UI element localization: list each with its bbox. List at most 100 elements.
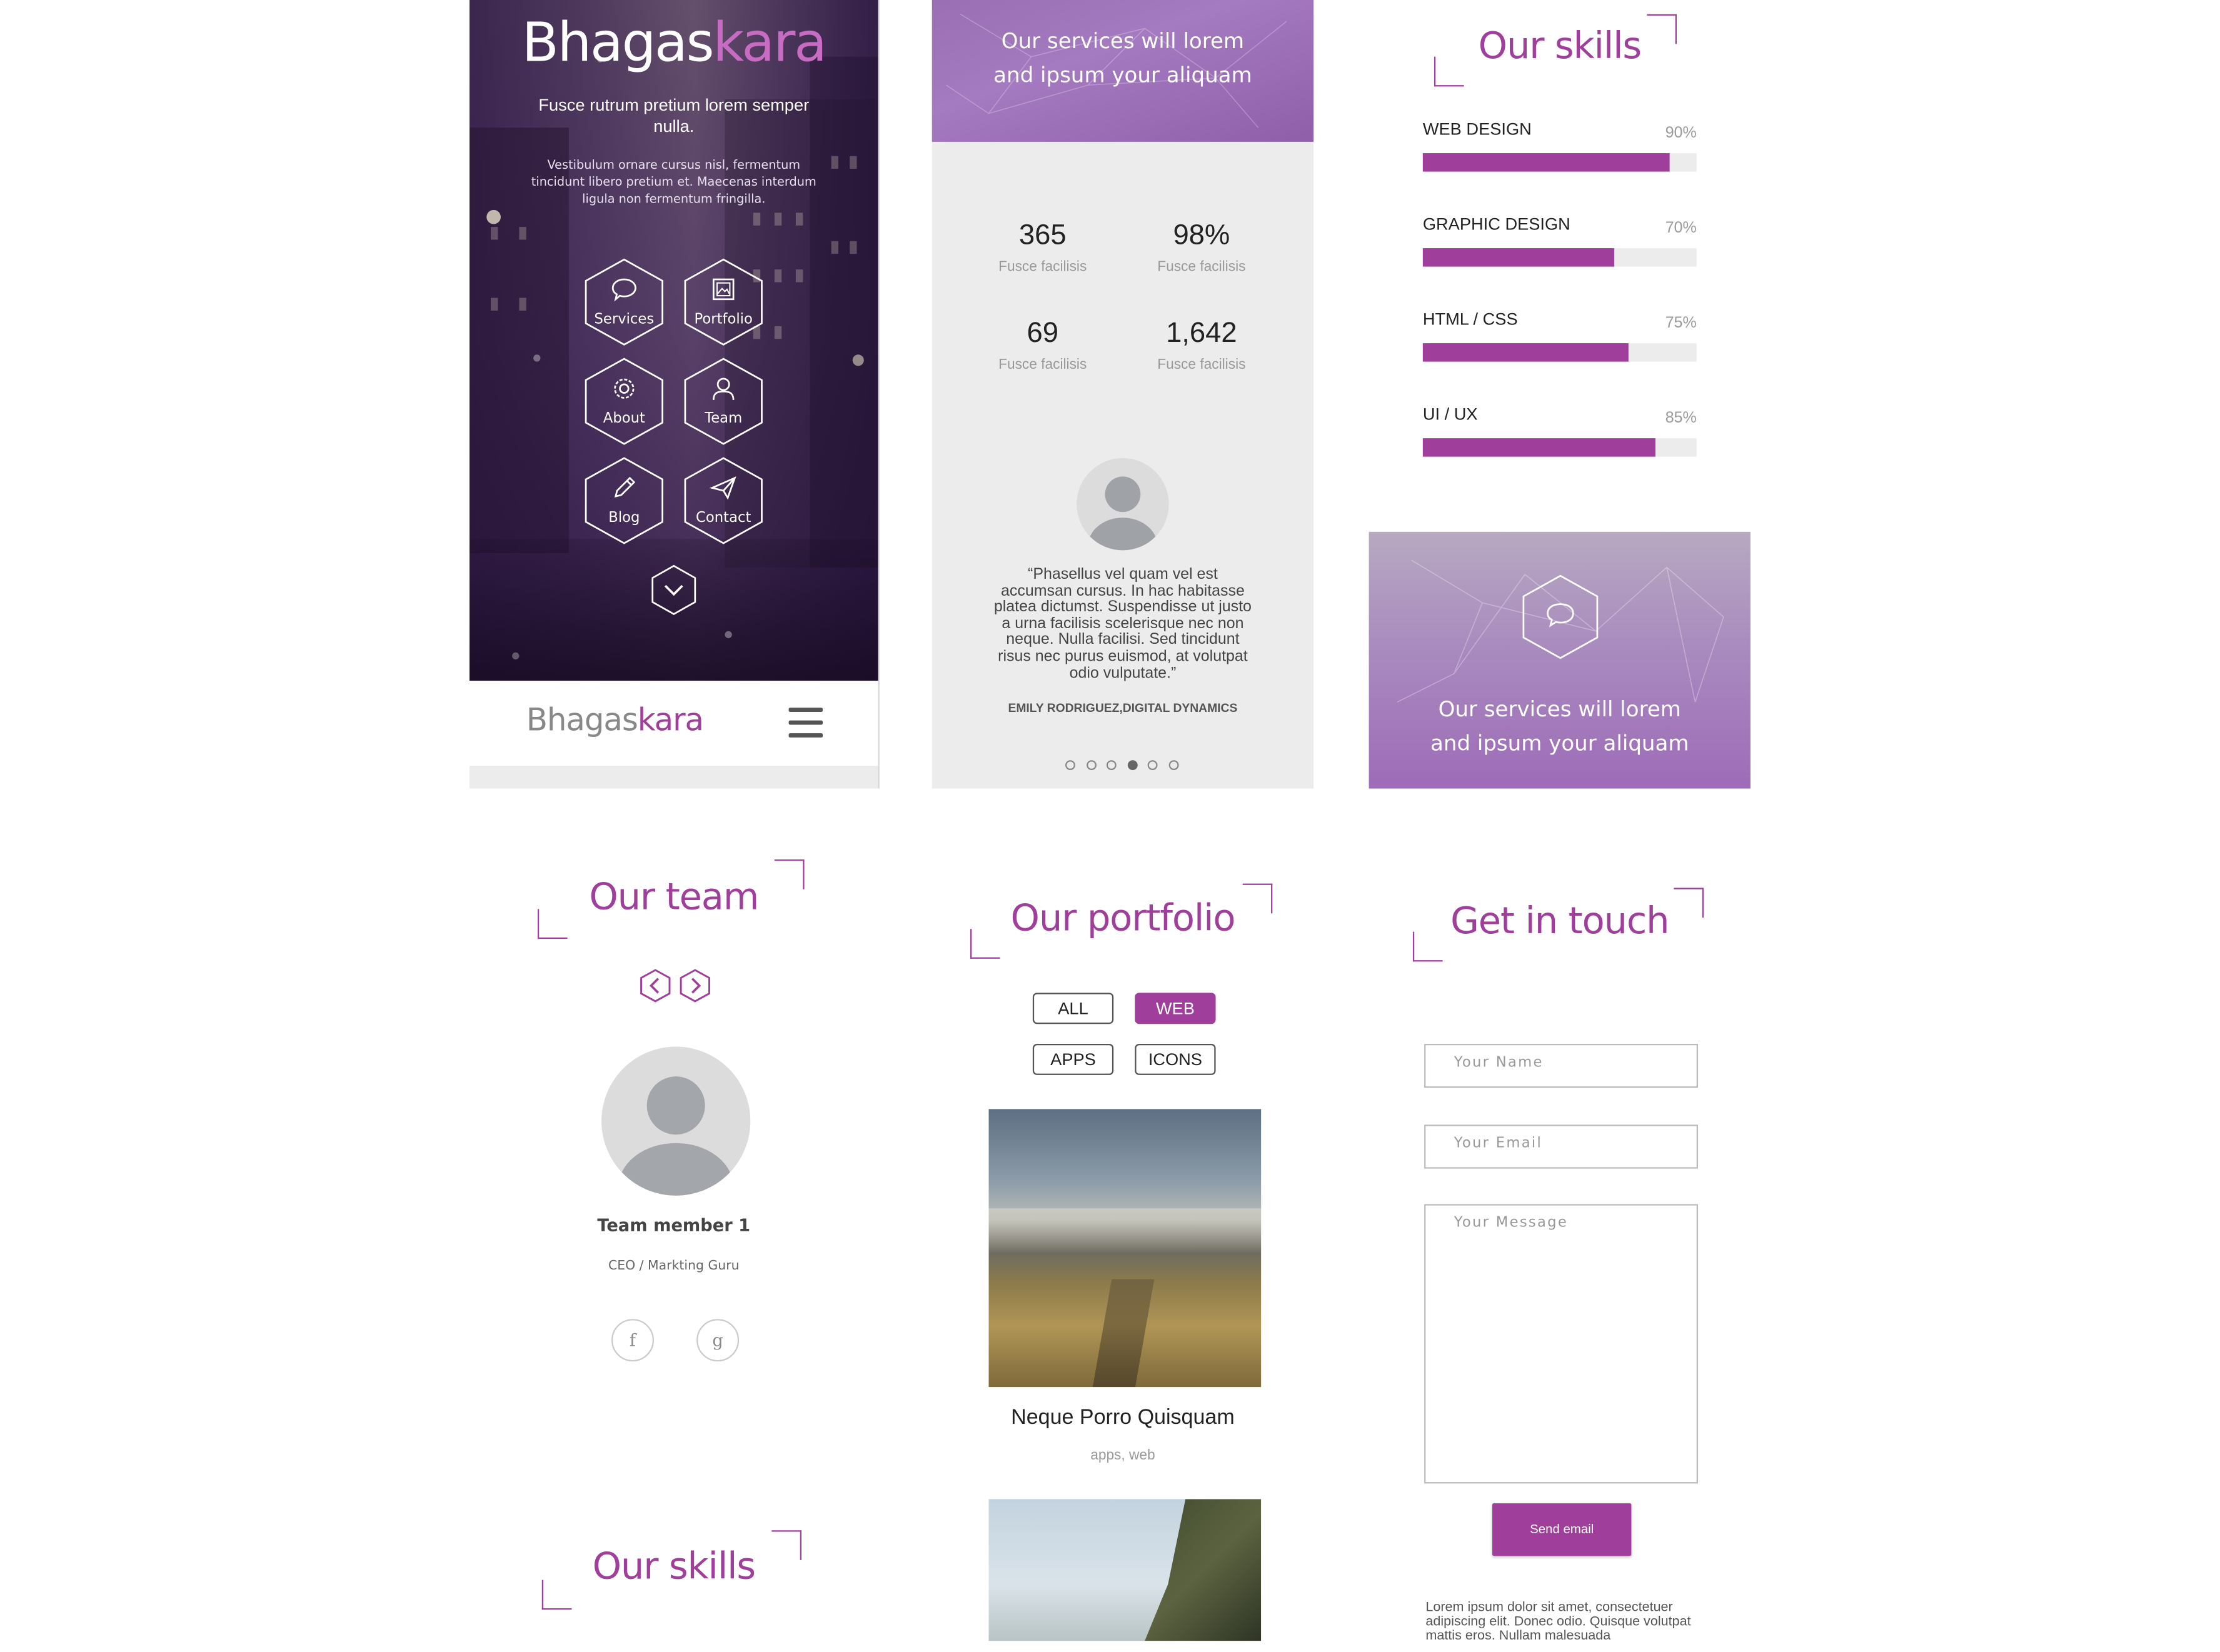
menu-services-label: Services	[594, 312, 655, 328]
portfolio-item-tags: apps, web	[1090, 1448, 1155, 1464]
navbar-brand[interactable]: Bhagaskara	[526, 703, 704, 739]
filter-icons-button[interactable]: ICONS	[1135, 1043, 1216, 1075]
send-email-button[interactable]: Send email	[1492, 1503, 1632, 1556]
facebook-icon[interactable]: f	[611, 1319, 655, 1362]
menu-contact-button[interactable]: Contact	[682, 457, 765, 545]
testimonial-quote: “Phasellus vel quam vel est accumsan cur…	[993, 566, 1252, 682]
services-header-line1: Our services will lorem	[1001, 28, 1245, 54]
stats-panel: Our services will lorem and ipsum your a…	[932, 0, 1314, 789]
menu-services-button[interactable]: Services	[583, 258, 666, 346]
message-placeholder: Your Message	[1454, 1215, 1569, 1231]
skills-heading: Our skills	[1478, 25, 1642, 68]
menu-portfolio-button[interactable]: Portfolio	[682, 258, 765, 346]
skill-bar-fill	[1422, 153, 1670, 172]
pencil-icon	[614, 476, 636, 498]
portfolio-image[interactable]	[988, 1109, 1262, 1388]
skill-bar-fill	[1422, 343, 1629, 362]
pagination-dot[interactable]	[1106, 760, 1117, 771]
menu-team-label: Team	[705, 411, 743, 427]
menu-about-label: About	[603, 411, 645, 427]
portfolio-heading: Our portfolio	[1010, 898, 1236, 941]
contact-heading: Get in touch	[1450, 900, 1669, 943]
services-box-line1: Our services will lorem	[1438, 696, 1681, 722]
hero-background: Bhagaskara Fusce rutrum pretium lorem se…	[470, 0, 878, 681]
menu-team-button[interactable]: Team	[682, 358, 765, 446]
speech-bubble-icon	[1547, 603, 1574, 628]
hero-tagline: Fusce rutrum pretium lorem semper nulla.	[538, 95, 810, 136]
menu-about-button[interactable]: About	[583, 358, 666, 446]
skill-name: WEB DESIGN	[1422, 119, 1532, 139]
scroll-down-button[interactable]	[650, 564, 698, 616]
pagination-dot[interactable]	[1085, 760, 1096, 771]
skill-bar-fill	[1422, 248, 1615, 267]
services-header-line2: and ipsum your aliquam	[993, 62, 1252, 88]
skills-bottom-heading: Our skills	[592, 1546, 756, 1589]
menu-contact-label: Contact	[696, 510, 751, 526]
pagination-dot[interactable]	[1168, 760, 1178, 771]
speech-bubble-icon	[611, 278, 636, 302]
pagination-dot[interactable]	[1065, 760, 1075, 771]
services-box: Our services will lorem and ipsum your a…	[1369, 531, 1750, 789]
stat-value: 365	[1018, 219, 1067, 251]
stat-label: Fusce facilisis	[1157, 259, 1246, 276]
stat-value: 69	[1027, 318, 1058, 349]
name-field[interactable]: Your Name	[1424, 1043, 1699, 1088]
stat-value: 1,642	[1166, 318, 1237, 349]
email-placeholder: Your Email	[1454, 1136, 1543, 1152]
skill-percent: 90%	[1665, 124, 1697, 142]
skill-bar-fill	[1422, 438, 1655, 457]
gear-icon	[614, 378, 635, 399]
message-field[interactable]: Your Message	[1424, 1204, 1699, 1484]
stat-label: Fusce facilisis	[998, 357, 1087, 373]
skill-percent: 85%	[1665, 409, 1697, 427]
services-box-hex	[1522, 574, 1599, 659]
contact-footer-text: Lorem ipsum dolor sit amet, consectetuer…	[1425, 1601, 1691, 1644]
hero-description: Vestibulum ornare cursus nisl, fermentum…	[531, 159, 816, 208]
chevron-right-icon	[691, 978, 701, 994]
services-box-line2: and ipsum your aliquam	[1430, 730, 1689, 756]
stat-label: Fusce facilisis	[1157, 357, 1246, 373]
navbar-brand-part2: kara	[637, 703, 704, 739]
hero-brand-part1: Bhagas	[521, 11, 715, 74]
skill-name: GRAPHIC DESIGN	[1422, 214, 1570, 234]
email-field[interactable]: Your Email	[1424, 1124, 1699, 1169]
team-next-button[interactable]	[680, 969, 711, 1003]
filter-web-button[interactable]: WEB	[1135, 993, 1216, 1024]
image-icon	[712, 278, 735, 301]
skill-bar-track	[1422, 343, 1697, 362]
team-member-role: CEO / Markting Guru	[608, 1259, 740, 1274]
navbar-brand-part1: Bhagas	[526, 703, 638, 739]
portfolio-image[interactable]	[988, 1499, 1262, 1641]
ui-kit-board: Bhagaskara Fusce rutrum pretium lorem se…	[0, 0, 2220, 1652]
skill-name: HTML / CSS	[1422, 309, 1518, 329]
skill-bar-track	[1422, 153, 1697, 172]
paper-plane-icon	[709, 476, 736, 500]
services-header: Our services will lorem and ipsum your a…	[932, 0, 1314, 142]
team-member-avatar	[601, 1046, 751, 1196]
name-placeholder: Your Name	[1454, 1055, 1544, 1071]
skill-bar-track	[1422, 248, 1697, 267]
testimonial-avatar	[1077, 458, 1169, 551]
team-prev-button[interactable]	[640, 969, 671, 1003]
menu-blog-button[interactable]: Blog	[583, 457, 666, 545]
stat-value: 98%	[1173, 219, 1230, 251]
menu-portfolio-label: Portfolio	[694, 312, 753, 328]
navbar-bottom-strip	[470, 766, 878, 789]
menu-blog-label: Blog	[608, 510, 640, 526]
pagination-dot[interactable]	[1147, 760, 1158, 771]
chevron-left-icon	[649, 978, 660, 994]
mobile-hero-panel: Bhagaskara Fusce rutrum pretium lorem se…	[470, 0, 880, 789]
portfolio-item-title: Neque Porro Quisquam	[1011, 1405, 1235, 1430]
skill-name: UI / UX	[1422, 404, 1478, 424]
hero-brand: Bhagaskara	[470, 11, 878, 74]
google-icon[interactable]: g	[696, 1319, 740, 1362]
person-icon	[712, 378, 735, 400]
stat-label: Fusce facilisis	[998, 259, 1087, 276]
pagination-dot[interactable]	[1127, 760, 1137, 771]
testimonial-author: EMILY RODRIGUEZ,DIGITAL DYNAMICS	[1008, 700, 1238, 715]
hero-brand-part2: kara	[713, 11, 827, 74]
filter-all-button[interactable]: ALL	[1032, 993, 1114, 1024]
skill-percent: 75%	[1665, 314, 1697, 332]
filter-apps-button[interactable]: APPS	[1032, 1043, 1114, 1075]
hamburger-icon[interactable]	[788, 708, 823, 739]
